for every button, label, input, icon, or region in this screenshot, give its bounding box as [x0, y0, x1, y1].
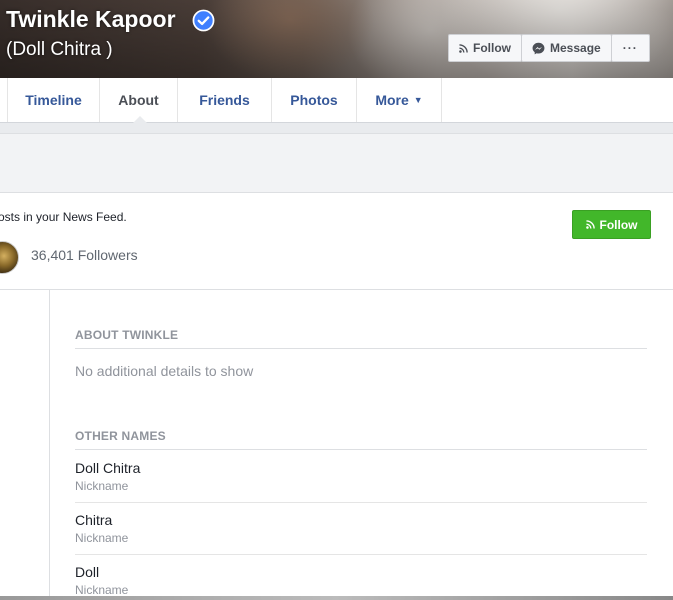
cover-follow-button[interactable]: Follow: [448, 34, 522, 62]
other-name-value: Doll Chitra: [75, 460, 141, 476]
list-item: Chitra Nickname: [75, 512, 647, 545]
other-name-type: Nickname: [75, 531, 129, 545]
follower-avatar[interactable]: [0, 241, 19, 274]
section-divider: [75, 348, 647, 349]
tab-friends[interactable]: Friends: [178, 78, 272, 122]
about-content: ABOUT TWINKLE No additional details to s…: [0, 290, 673, 600]
more-options-icon: ···: [622, 41, 638, 55]
list-item: Doll Chitra Nickname: [75, 460, 647, 493]
follow-button[interactable]: Follow: [572, 210, 651, 239]
more-options-button[interactable]: ···: [610, 34, 650, 62]
chevron-down-icon: ▼: [413, 95, 423, 105]
other-name-type: Nickname: [75, 583, 129, 597]
feed-notice-text: osts in your News Feed.: [0, 210, 127, 224]
other-name-value: Chitra: [75, 512, 113, 528]
follower-count[interactable]: 36,401 Followers: [31, 247, 138, 263]
about-column-divider: [49, 290, 50, 600]
cover-message-button[interactable]: Message: [521, 34, 612, 62]
tab-timeline[interactable]: Timeline: [8, 78, 100, 122]
tab-photos[interactable]: Photos: [272, 78, 357, 122]
cover-actions: Follow Message ···: [448, 34, 650, 62]
tab-about[interactable]: About: [100, 78, 178, 123]
tab-more-label: More: [375, 92, 409, 108]
verified-check-icon: [192, 9, 215, 32]
bottom-edge: [0, 596, 673, 600]
profile-nav: Timeline About Friends Photos More ▼: [0, 78, 673, 123]
section-divider: [75, 449, 647, 450]
other-names-heading: OTHER NAMES: [75, 429, 166, 443]
follow-info-section: osts in your News Feed. 36,401 Followers: [0, 193, 673, 290]
profile-name[interactable]: Twinkle Kapoor: [6, 6, 176, 33]
cover-message-label: Message: [550, 41, 601, 55]
other-name-type: Nickname: [75, 479, 129, 493]
no-details-text: No additional details to show: [75, 363, 254, 379]
item-divider: [75, 554, 647, 555]
rss-follow-icon: [585, 220, 595, 229]
header-band: [0, 133, 673, 193]
list-item: Doll Nickname: [75, 564, 647, 597]
messenger-icon: [532, 42, 545, 54]
item-divider: [75, 502, 647, 503]
other-name-value: Doll: [75, 564, 100, 580]
about-heading: ABOUT TWINKLE: [75, 328, 179, 342]
tab-more[interactable]: More ▼: [357, 78, 442, 122]
follow-button-label: Follow: [599, 217, 638, 232]
profile-alternate-name: (Doll Chitra ): [6, 39, 113, 60]
cover-follow-label: Follow: [473, 41, 511, 55]
tab-stub: [0, 78, 8, 122]
rss-follow-icon: [459, 43, 468, 53]
